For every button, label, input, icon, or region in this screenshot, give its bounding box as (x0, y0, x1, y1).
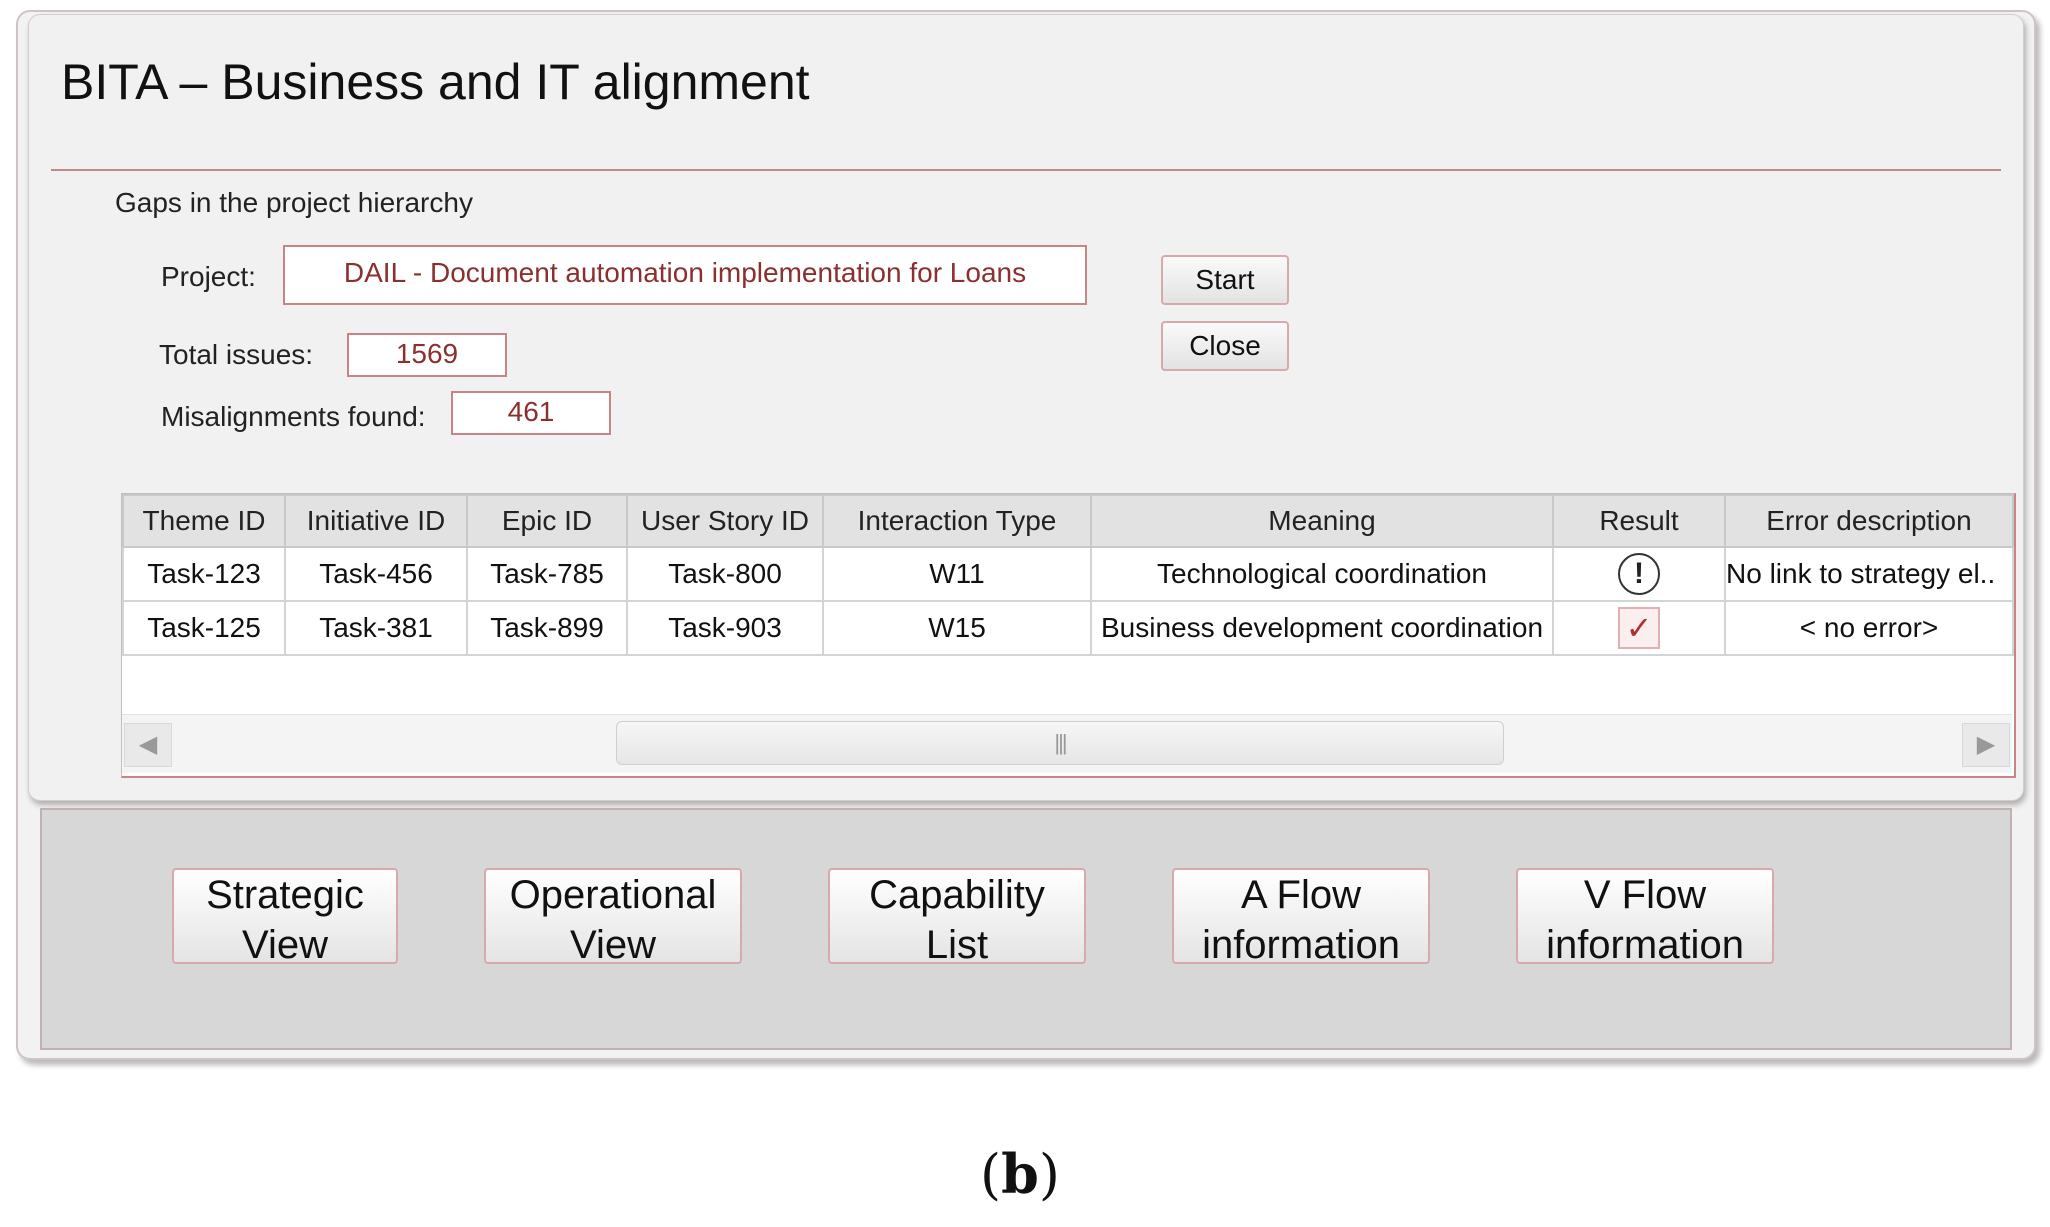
column-header-interaction-type[interactable]: Interaction Type (822, 494, 1092, 548)
horizontal-scrollbar[interactable]: ◀ ||| ▶ (122, 714, 2012, 773)
column-header-initiative-id[interactable]: Initiative ID (284, 494, 468, 548)
total-issues-field: 1569 (347, 333, 507, 377)
column-header-epic-id[interactable]: Epic ID (466, 494, 628, 548)
cell-meaning[interactable]: Technological coordination (1090, 546, 1554, 602)
cell-epic-id[interactable]: Task-785 (466, 546, 628, 602)
caption-open-paren: ( (980, 1143, 1002, 1206)
app-title: BITA – Business and IT alignment (61, 54, 810, 110)
table-header-row: Theme ID Initiative ID Epic ID User Stor… (122, 494, 2014, 548)
app-window: BITA – Business and IT alignment Gaps in… (16, 10, 2036, 1060)
navigation-panel: Strategic View Operational View Capabili… (40, 808, 2012, 1050)
start-button[interactable]: Start (1161, 255, 1289, 305)
v-flow-label-line1: V Flow (1583, 873, 1707, 917)
strategic-view-label-line1: Strategic (206, 873, 364, 917)
cell-initiative-id[interactable]: Task-456 (284, 546, 468, 602)
column-header-user-story-id[interactable]: User Story ID (626, 494, 824, 548)
column-header-theme-id[interactable]: Theme ID (122, 494, 286, 548)
cell-user-story-id[interactable]: Task-903 (626, 600, 824, 656)
figure-caption: (b) (980, 1142, 1060, 1206)
operational-view-label-line1: Operational (509, 873, 717, 917)
strategic-view-button[interactable]: Strategic View (172, 868, 398, 967)
operational-view-button[interactable]: Operational View (484, 868, 742, 967)
table-row[interactable]: Task-123 Task-456 Task-785 Task-800 W11 … (122, 546, 2014, 602)
a-flow-label-line1: A Flow (1240, 873, 1362, 917)
operational-view-label-line2: View (570, 923, 656, 967)
strategic-view-label-line2: View (242, 923, 328, 967)
cell-result[interactable]: ✓ (1552, 600, 1726, 656)
misalignments-field: 461 (451, 391, 611, 435)
caption-close-paren: ) (1038, 1143, 1060, 1206)
cell-result[interactable]: ! (1552, 546, 1726, 602)
table-row[interactable]: Task-125 Task-381 Task-899 Task-903 W15 … (122, 600, 2014, 656)
cell-theme-id[interactable]: Task-125 (122, 600, 286, 656)
cell-error-description[interactable]: < no error> (1724, 600, 2014, 656)
scroll-thumb[interactable]: ||| (616, 721, 1504, 765)
caption-letter: b (1001, 1142, 1039, 1206)
misalignments-label: Misalignments found: (161, 401, 426, 432)
close-button[interactable]: Close (1161, 321, 1289, 371)
results-grid: Theme ID Initiative ID Epic ID User Stor… (121, 493, 2016, 778)
cell-interaction-type[interactable]: W11 (822, 546, 1092, 602)
cell-interaction-type[interactable]: W15 (822, 600, 1092, 656)
a-flow-information-button[interactable]: A Flow information (1172, 868, 1430, 967)
cell-theme-id[interactable]: Task-123 (122, 546, 286, 602)
v-flow-label-line2: information (1546, 923, 1744, 967)
cell-error-description[interactable]: No link to strategy el.. (1724, 546, 2014, 602)
scroll-right-arrow-icon[interactable]: ▶ (1962, 723, 2010, 767)
capability-list-label-line2: List (925, 923, 989, 967)
cell-meaning[interactable]: Business development coordination (1090, 600, 1554, 656)
column-header-meaning[interactable]: Meaning (1090, 494, 1554, 548)
capability-list-label-line1: Capability (869, 873, 1045, 917)
cell-epic-id[interactable]: Task-899 (466, 600, 628, 656)
title-divider (51, 169, 2001, 171)
project-label: Project: (161, 261, 256, 292)
project-field[interactable]: DAIL - Document automation implementatio… (283, 245, 1087, 305)
warning-icon: ! (1618, 553, 1660, 595)
column-header-result[interactable]: Result (1552, 494, 1726, 548)
cell-initiative-id[interactable]: Task-381 (284, 600, 468, 656)
v-flow-information-button[interactable]: V Flow information (1516, 868, 1774, 967)
main-panel: BITA – Business and IT alignment Gaps in… (28, 14, 2024, 801)
column-header-error-description[interactable]: Error description (1724, 494, 2014, 548)
total-issues-label: Total issues: (159, 339, 314, 370)
results-table: Theme ID Initiative ID Epic ID User Stor… (122, 494, 2014, 656)
section-title: Gaps in the project hierarchy (115, 187, 473, 218)
scroll-left-arrow-icon[interactable]: ◀ (124, 723, 172, 767)
checkmark-icon: ✓ (1618, 607, 1660, 649)
capability-list-button[interactable]: Capability List (828, 868, 1086, 967)
cell-user-story-id[interactable]: Task-800 (626, 546, 824, 602)
a-flow-label-line2: information (1202, 923, 1400, 967)
